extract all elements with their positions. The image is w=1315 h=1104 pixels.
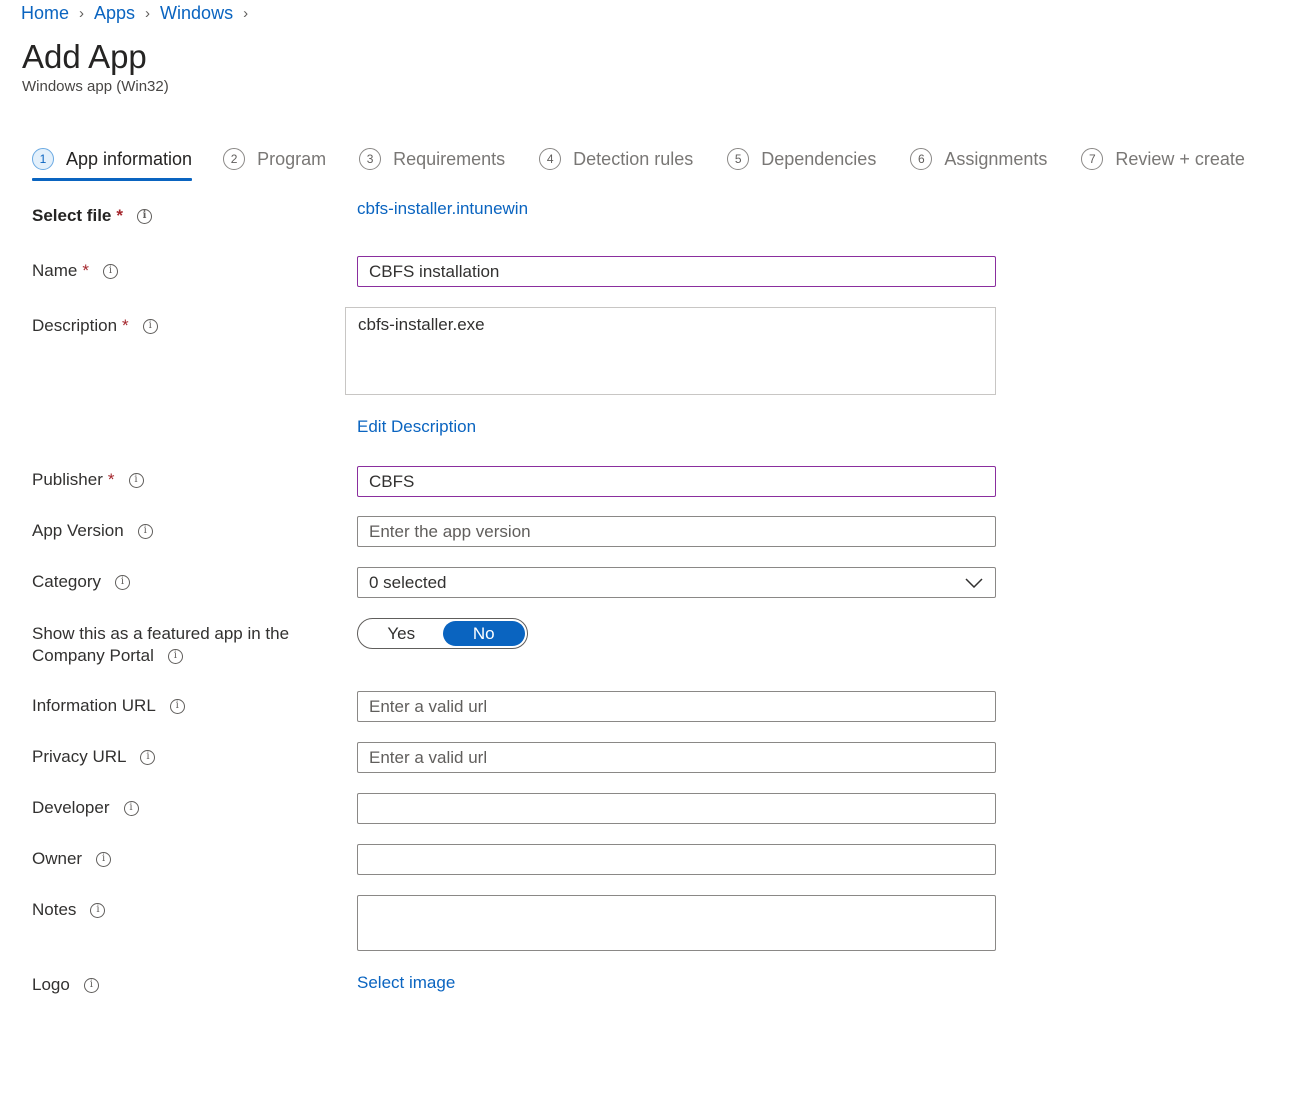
select-image-link[interactable]: Select image	[357, 973, 455, 993]
breadcrumb: Home › Apps › Windows ›	[21, 3, 258, 24]
step-number: 7	[1081, 148, 1104, 170]
category-dropdown[interactable]: 0 selected	[357, 567, 996, 598]
chevron-right-icon: ›	[145, 5, 151, 22]
step-number: 4	[539, 148, 562, 170]
required-asterisk: *	[116, 206, 123, 225]
required-asterisk: *	[122, 316, 129, 335]
step-label: Assignments	[944, 148, 1048, 169]
featured-app-toggle[interactable]: Yes No	[357, 618, 528, 649]
info-icon[interactable]: i	[96, 851, 112, 867]
toggle-no[interactable]: No	[442, 621, 525, 646]
info-icon[interactable]: i	[142, 318, 158, 334]
required-asterisk: *	[107, 470, 115, 489]
app-version-input[interactable]: Enter the app version	[357, 516, 996, 547]
toggle-yes[interactable]: Yes	[360, 621, 443, 646]
information-url-label: Information URL i	[32, 696, 185, 716]
step-number: 5	[727, 148, 750, 170]
privacy-url-input[interactable]: Enter a valid url	[357, 742, 996, 773]
category-selected-value: 0 selected	[369, 572, 447, 592]
info-icon[interactable]: i	[140, 749, 156, 765]
info-icon[interactable]: i	[114, 574, 130, 590]
step-number: 2	[223, 148, 246, 170]
logo-label: Logo i	[32, 975, 99, 995]
info-icon[interactable]: i	[137, 208, 152, 224]
step-label: Dependencies	[761, 148, 877, 169]
info-icon[interactable]: i	[128, 472, 144, 488]
info-icon[interactable]: i	[90, 902, 106, 918]
category-label: Category i	[32, 572, 130, 592]
description-label: Description * i	[32, 316, 158, 336]
info-icon[interactable]: i	[167, 648, 183, 664]
step-label: Program	[257, 148, 327, 169]
owner-label: Owner i	[32, 849, 112, 869]
name-input[interactable]: CBFS installation	[357, 256, 996, 287]
chevron-right-icon: ›	[79, 5, 85, 22]
info-icon[interactable]: i	[83, 977, 99, 993]
notes-label: Notes i	[32, 900, 106, 920]
step-label: Detection rules	[573, 148, 694, 169]
step-detection-rules[interactable]: 4 Detection rules	[539, 144, 693, 174]
breadcrumb-windows[interactable]: Windows	[160, 3, 233, 24]
selected-file-link[interactable]: cbfs-installer.intunewin	[357, 199, 528, 219]
step-requirements[interactable]: 3 Requirements	[359, 144, 505, 174]
step-app-information[interactable]: 1 App information	[32, 144, 193, 181]
chevron-down-icon	[964, 573, 984, 593]
page-subtitle: Windows app (Win32)	[22, 78, 169, 95]
required-asterisk: *	[82, 261, 89, 280]
notes-textarea[interactable]	[357, 895, 996, 951]
step-number: 1	[32, 148, 54, 170]
information-url-input[interactable]: Enter a valid url	[357, 691, 996, 722]
publisher-input[interactable]: CBFS	[357, 466, 996, 497]
step-review-create[interactable]: 7 Review + create	[1081, 144, 1245, 174]
breadcrumb-apps[interactable]: Apps	[94, 3, 135, 24]
step-label: Review + create	[1115, 148, 1245, 169]
info-icon[interactable]: i	[169, 698, 185, 714]
step-program[interactable]: 2 Program	[223, 144, 326, 174]
select-file-label: Select file * i	[32, 206, 152, 226]
page-title: Add App	[22, 38, 147, 75]
chevron-right-icon: ›	[243, 5, 249, 22]
step-dependencies[interactable]: 5 Dependencies	[727, 144, 876, 174]
breadcrumb-home[interactable]: Home	[21, 3, 69, 24]
developer-input[interactable]	[357, 793, 996, 824]
step-number: 6	[910, 148, 933, 170]
app-version-label: App Version i	[32, 521, 153, 541]
publisher-label: Publisher * i	[32, 470, 144, 490]
privacy-url-label: Privacy URL i	[32, 747, 156, 767]
description-textarea[interactable]: cbfs-installer.exe	[345, 307, 996, 395]
developer-label: Developer i	[32, 798, 139, 818]
wizard-steps: 1 App information 2 Program 3 Requiremen…	[32, 144, 1245, 184]
step-label: Requirements	[393, 148, 506, 169]
info-icon[interactable]: i	[137, 523, 153, 539]
owner-input[interactable]	[357, 844, 996, 875]
info-icon[interactable]: i	[102, 263, 118, 279]
step-number: 3	[359, 148, 382, 170]
edit-description-link[interactable]: Edit Description	[357, 417, 476, 437]
info-icon[interactable]: i	[123, 800, 139, 816]
featured-app-label: Show this as a featured app in the Compa…	[32, 624, 290, 665]
step-label: App information	[66, 148, 193, 169]
step-assignments[interactable]: 6 Assignments	[910, 144, 1047, 174]
name-label: Name * i	[32, 261, 118, 281]
